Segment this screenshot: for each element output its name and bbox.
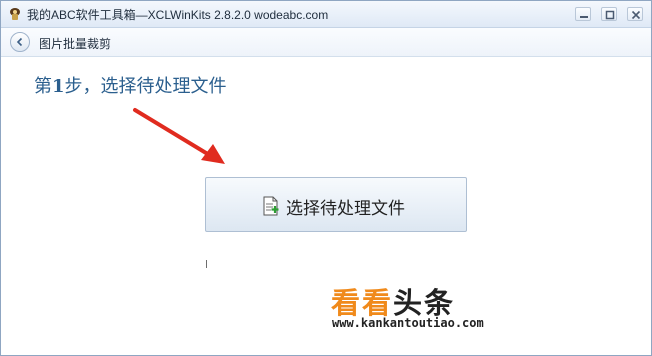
breadcrumb-bar: 图片批量裁剪 bbox=[1, 28, 651, 57]
watermark-part2: 头条 bbox=[393, 286, 456, 320]
pointer-arrow bbox=[133, 108, 225, 164]
step-heading: 第1步，选择待处理文件 bbox=[34, 72, 227, 98]
select-file-button-label: 选择待处理文件 bbox=[286, 199, 405, 219]
page-title: 图片批量裁剪 bbox=[39, 37, 112, 51]
watermark-url: www.kankantoutiao.com bbox=[332, 316, 484, 330]
maximize-icon bbox=[605, 10, 615, 20]
close-button[interactable] bbox=[627, 7, 643, 21]
back-arrow-icon bbox=[16, 37, 23, 47]
app-window: 我的ABC软件工具箱—XCLWinKits 2.8.2.0 wodeabc.co… bbox=[0, 0, 652, 356]
minimize-icon bbox=[580, 16, 588, 18]
file-add-icon bbox=[263, 196, 279, 216]
app-icon bbox=[7, 6, 23, 22]
minimize-button[interactable] bbox=[575, 7, 591, 21]
step-number: 1 bbox=[52, 76, 65, 97]
step-prefix: 第 bbox=[34, 76, 52, 97]
watermark-part1: 看看 bbox=[331, 286, 394, 320]
text-cursor bbox=[206, 260, 207, 268]
title-bar[interactable]: 我的ABC软件工具箱—XCLWinKits 2.8.2.0 wodeabc.co… bbox=[1, 1, 651, 28]
window-title: 我的ABC软件工具箱—XCLWinKits 2.8.2.0 wodeabc.co… bbox=[27, 8, 329, 22]
step-suffix: 步，选择待处理文件 bbox=[64, 76, 227, 97]
maximize-button[interactable] bbox=[601, 7, 617, 21]
close-icon bbox=[631, 10, 641, 20]
select-file-button[interactable]: 选择待处理文件 bbox=[205, 177, 467, 232]
back-button[interactable] bbox=[10, 32, 30, 52]
